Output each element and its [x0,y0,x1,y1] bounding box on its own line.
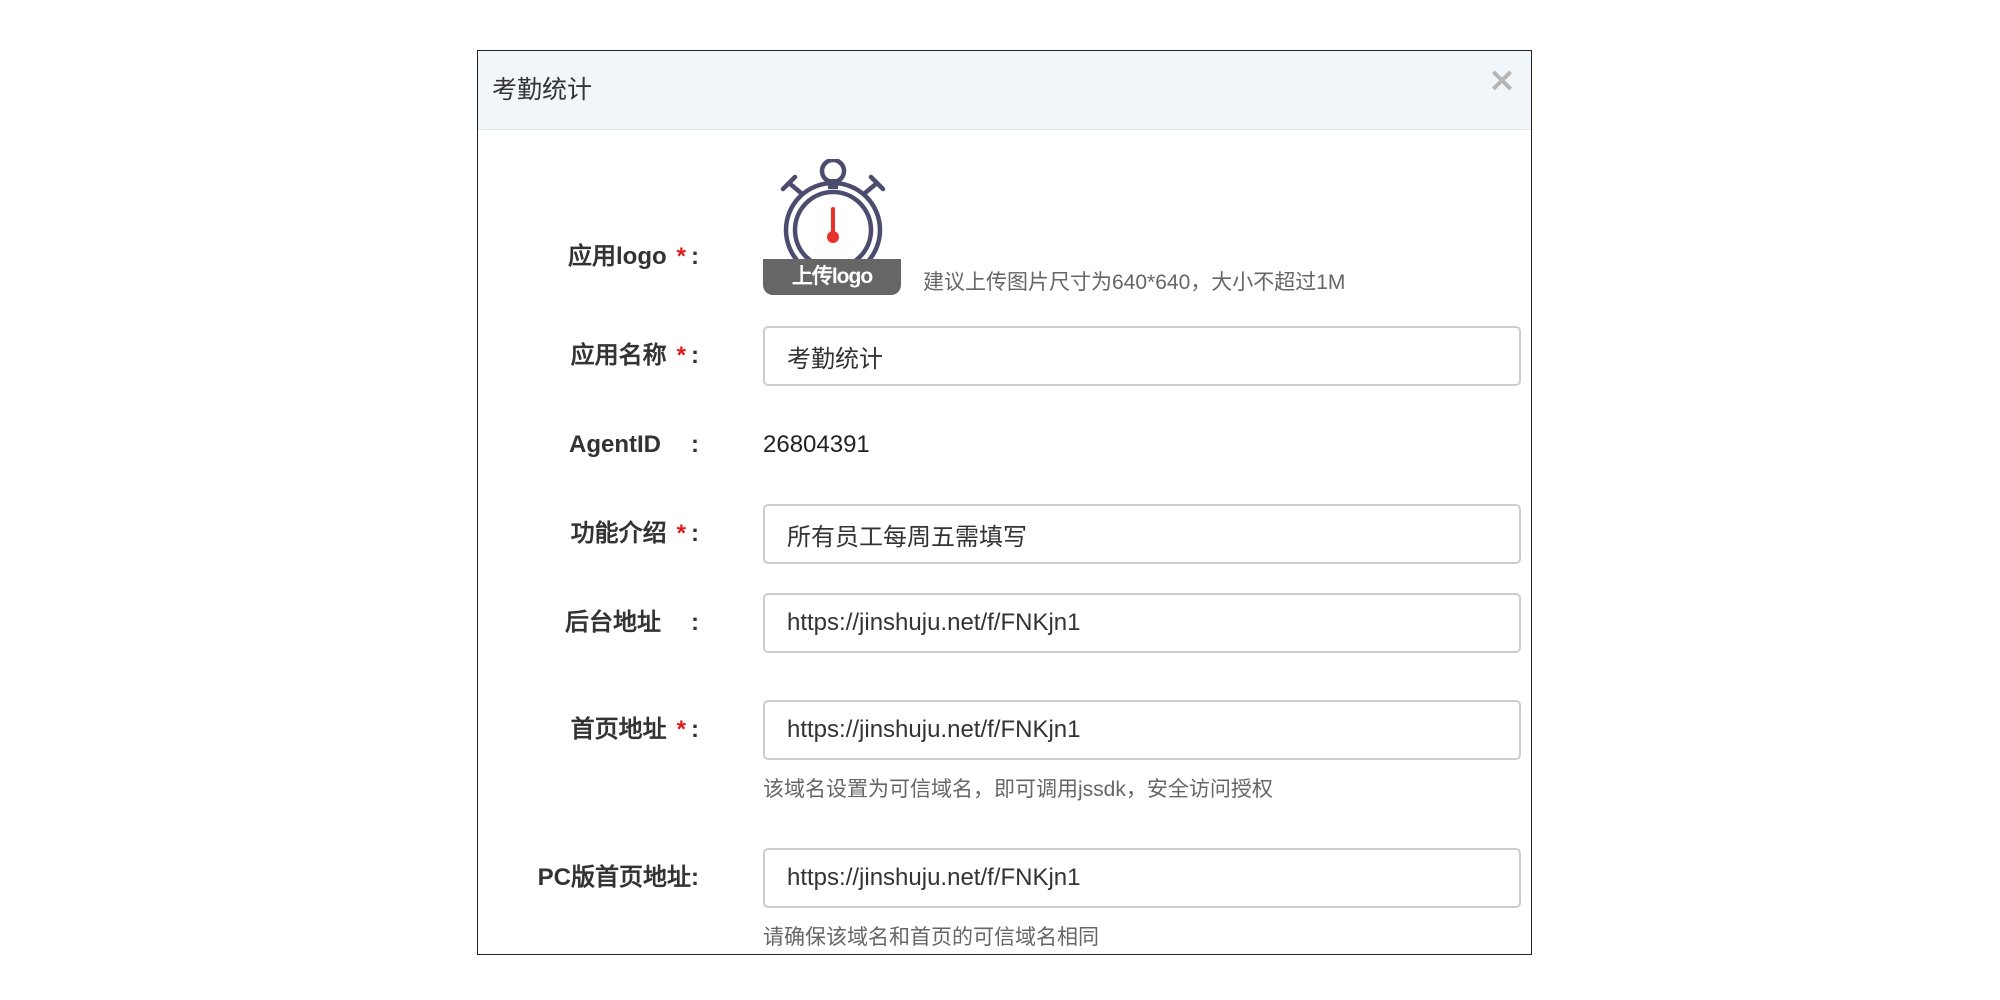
home-url-hint: 该域名设置为可信域名，即可调用jssdk，安全访问授权 [763,778,1273,801]
home-url-label: 首页地址 *: [571,700,699,760]
close-icon[interactable]: × [1485,63,1519,97]
pc-home-url-hint: 请确保该域名和首页的可信域名相同 [763,926,1099,949]
dialog-title: 考勤统计 [492,76,593,104]
backend-url-label-text: 后台地址 [565,609,661,636]
logo-label-text: 应用logo [568,243,667,270]
pc-home-url-label: PC版首页地址: [538,848,699,908]
agent-id-label: AgentID: [569,415,699,475]
pc-home-url-input[interactable] [763,848,1521,908]
app-name-input[interactable] [763,326,1521,386]
required-mark: * [676,716,686,743]
app-name-label: 应用名称 *: [571,326,699,386]
label-colon: : [691,431,699,458]
backend-url-label: 后台地址: [565,593,699,653]
logo-upload[interactable]: 上传logo [763,159,903,295]
home-url-input[interactable] [763,700,1521,760]
required-mark: * [676,243,686,270]
stopwatch-icon [780,159,886,265]
upload-logo-button[interactable]: 上传logo [763,259,901,295]
label-colon: : [691,243,699,270]
required-mark: * [676,520,686,547]
pc-home-url-label-text: PC版首页地址: [537,864,699,891]
label-colon: : [691,716,699,743]
agent-id-value: 26804391 [763,431,870,458]
attendance-dialog: 考勤统计 × 应用logo *: 上传logo 建议上传图片尺寸为640*640，… [477,50,1532,955]
label-colon: : [691,342,699,369]
intro-input[interactable] [763,504,1521,564]
label-colon: : [691,609,699,636]
logo-hint: 建议上传图片尺寸为640*640，大小不超过1M [923,271,1346,294]
intro-label: 功能介绍 *: [571,504,699,564]
required-mark: * [676,342,686,369]
backend-url-input[interactable] [763,593,1521,653]
app-name-label-text: 应用名称 [570,342,667,369]
home-url-label-text: 首页地址 [570,716,667,743]
dialog-header: 考勤统计 × [478,51,1531,130]
agent-id-label-text: AgentID [569,431,661,458]
logo-label: 应用logo *: [568,227,699,287]
label-colon: : [691,520,699,547]
intro-label-text: 功能介绍 [570,520,667,547]
